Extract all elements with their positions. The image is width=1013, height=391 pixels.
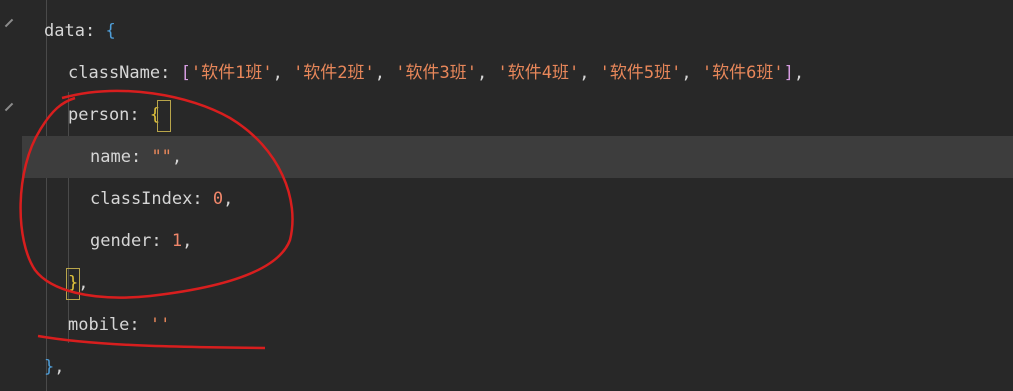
- data-key: data: [44, 21, 85, 41]
- mobile-key: mobile: [68, 315, 130, 335]
- classindex-key: classIndex: [90, 189, 193, 209]
- classname-value: '软件5班': [599, 63, 682, 83]
- classname-value: '软件4班': [497, 63, 580, 83]
- classname-value: '软件3班': [395, 63, 477, 83]
- code-line: className: ['软件1班', '软件2班', '软件3班', '软件4…: [68, 63, 805, 83]
- mobile-value: '': [149, 315, 171, 335]
- name-key: name: [90, 147, 131, 167]
- person-key: person: [68, 105, 130, 125]
- active-code-line: name: "",: [22, 136, 1013, 178]
- classname-value: '软件6班': [701, 63, 784, 83]
- gender-value: 1: [171, 231, 183, 251]
- line-gutter: [0, 0, 22, 391]
- code-line: mobile: '': [68, 315, 171, 335]
- classname-value: '软件1班': [190, 63, 273, 83]
- bracket-match-highlight: [157, 100, 171, 132]
- open-brace: {: [105, 21, 116, 41]
- bracket-match-highlight: [66, 268, 80, 300]
- gender-key: gender: [90, 231, 152, 251]
- code-line: },: [44, 357, 65, 377]
- name-value: "": [151, 147, 172, 167]
- code-line: gender: 1,: [90, 231, 193, 251]
- code-line: data: {: [44, 21, 116, 41]
- fold-arrow-icon[interactable]: [4, 18, 14, 28]
- close-brace: }: [44, 357, 55, 377]
- code-editor[interactable]: data: { className: ['软件1班', '软件2班', '软件3…: [22, 0, 1013, 391]
- classname-key: className: [68, 63, 161, 83]
- code-line: classIndex: 0,: [90, 189, 234, 209]
- classindex-value: 0: [212, 189, 224, 209]
- fold-arrow-icon[interactable]: [4, 102, 14, 112]
- code-line: },: [68, 273, 89, 293]
- classname-value: '软件2班': [293, 63, 375, 83]
